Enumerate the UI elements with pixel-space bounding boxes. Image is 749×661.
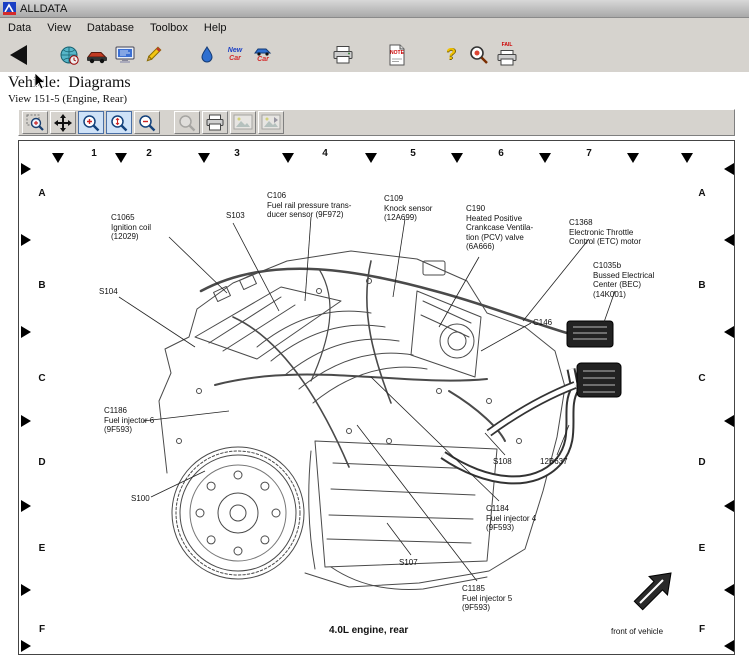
diagram-label-c109: C109 Knock sensor (12A699) <box>384 194 432 223</box>
grid-col-3: 3 <box>231 148 243 159</box>
grid-row-e-left: E <box>35 543 49 554</box>
fail-print-icon[interactable]: FAIL <box>494 41 520 69</box>
grid-col-4: 4 <box>319 148 331 159</box>
front-of-vehicle-label: front of vehicle <box>611 627 663 636</box>
print-diagram-icon[interactable] <box>202 111 228 134</box>
toolbar-gap <box>162 122 172 123</box>
title-bar[interactable]: ALLDATA <box>0 0 749 18</box>
diagram-label-s103: S103 <box>226 211 245 221</box>
toolbar-spacer <box>411 54 437 55</box>
page-title: Vehicle: Diagrams <box>8 74 131 92</box>
diagram-toolbar <box>18 109 735 136</box>
ink-icon[interactable] <box>194 41 220 69</box>
grid-row-f-right: F <box>695 624 709 635</box>
grid-row-a-left: A <box>35 188 49 199</box>
window-title: ALLDATA <box>20 3 67 15</box>
grid-row-d-right: D <box>695 457 709 468</box>
grid-col-1: 1 <box>88 148 100 159</box>
next-view-icon <box>258 111 284 134</box>
edit-icon[interactable] <box>140 41 166 69</box>
diagram-label-c1065: C1065 Ignition coil (12029) <box>111 213 151 242</box>
pan-icon[interactable] <box>50 111 76 134</box>
diagram-label-c1186: C1186 Fuel injector 6 (9F593) <box>104 406 154 435</box>
diagram-label-c1184: C1184 Fuel injector 4 (9F593) <box>486 504 536 533</box>
help-icon[interactable]: ? <box>438 41 464 69</box>
history-icon[interactable] <box>56 41 82 69</box>
diagram-label-s100: S100 <box>131 494 150 504</box>
diagram-viewport[interactable]: 1 2 3 4 5 6 7 A B C D E F A B C D E F C1… <box>18 140 735 655</box>
grid-col-7: 7 <box>583 148 595 159</box>
alldata-window: { "window": { "title": "ALLDATA" }, "col… <box>0 0 749 661</box>
grid-row-f-left: F <box>35 624 49 635</box>
diagram-label-c106: C106 Fuel rail pressure trans- ducer sen… <box>267 191 351 220</box>
grid-row-b-left: B <box>35 280 49 291</box>
vehicle-icon[interactable] <box>84 41 110 69</box>
toolbar-spacer <box>277 54 303 55</box>
new-car-icon[interactable]: New Car <box>222 41 248 69</box>
menu-bar: Data View Database Toolbox Help <box>0 18 749 37</box>
grid-row-b-right: B <box>695 280 709 291</box>
diagram-label-c1368: C1368 Electronic Throttle Control (ETC) … <box>569 218 641 247</box>
menu-help[interactable]: Help <box>196 20 235 36</box>
diagram-label-c190: C190 Heated Positive Crankcase Ventila- … <box>466 204 533 252</box>
print-icon[interactable] <box>330 41 356 69</box>
menu-view[interactable]: View <box>39 20 79 36</box>
main-toolbar: New Car Car NOTE ? <box>0 37 749 72</box>
diagram-label-s107: S107 <box>399 558 418 568</box>
zoom-dynamic-icon[interactable] <box>106 111 132 134</box>
grid-row-a-right: A <box>695 188 709 199</box>
diagram-label-c1035b: C1035b Bussed Electrical Center (BEC) (1… <box>593 261 654 299</box>
app-icon <box>3 2 16 15</box>
menu-database[interactable]: Database <box>79 20 142 36</box>
diagram-label-c1185: C1185 Fuel injector 5 (9F593) <box>462 584 512 613</box>
zoom-out-icon[interactable] <box>134 111 160 134</box>
diagram-caption: 4.0L engine, rear <box>329 625 408 636</box>
car-icon[interactable]: Car <box>250 41 276 69</box>
toolbar-spacer <box>357 54 383 55</box>
grid-col-5: 5 <box>407 148 419 159</box>
grid-col-2: 2 <box>143 148 155 159</box>
page-subtitle: View 151-5 (Engine, Rear) <box>8 93 127 105</box>
zoom-area-icon[interactable] <box>22 111 48 134</box>
toolbar-spacer <box>303 54 329 55</box>
monitor-icon[interactable] <box>112 41 138 69</box>
diagram-label-s104: S104 <box>99 287 118 297</box>
grid-row-d-left: D <box>35 457 49 468</box>
diagram-label-s108: S108 <box>493 457 512 467</box>
back-icon[interactable] <box>10 45 27 65</box>
menu-toolbox[interactable]: Toolbox <box>142 20 196 36</box>
zoom-in-icon[interactable] <box>78 111 104 134</box>
diagram-label-12b637: 12B637 <box>540 457 568 467</box>
menu-data[interactable]: Data <box>0 20 39 36</box>
grid-row-e-right: E <box>695 543 709 554</box>
prev-view-icon <box>230 111 256 134</box>
note-icon[interactable]: NOTE <box>384 41 410 69</box>
magnifier-disabled-icon <box>174 111 200 134</box>
toolbar-spacer <box>167 54 193 55</box>
mouse-cursor <box>34 72 46 95</box>
grid-row-c-left: C <box>35 373 49 384</box>
grid-row-c-right: C <box>695 373 709 384</box>
grid-col-6: 6 <box>495 148 507 159</box>
search-icon[interactable] <box>466 41 492 69</box>
diagram-label-c146: C146 <box>533 318 552 328</box>
front-of-vehicle-arrow <box>634 573 671 610</box>
